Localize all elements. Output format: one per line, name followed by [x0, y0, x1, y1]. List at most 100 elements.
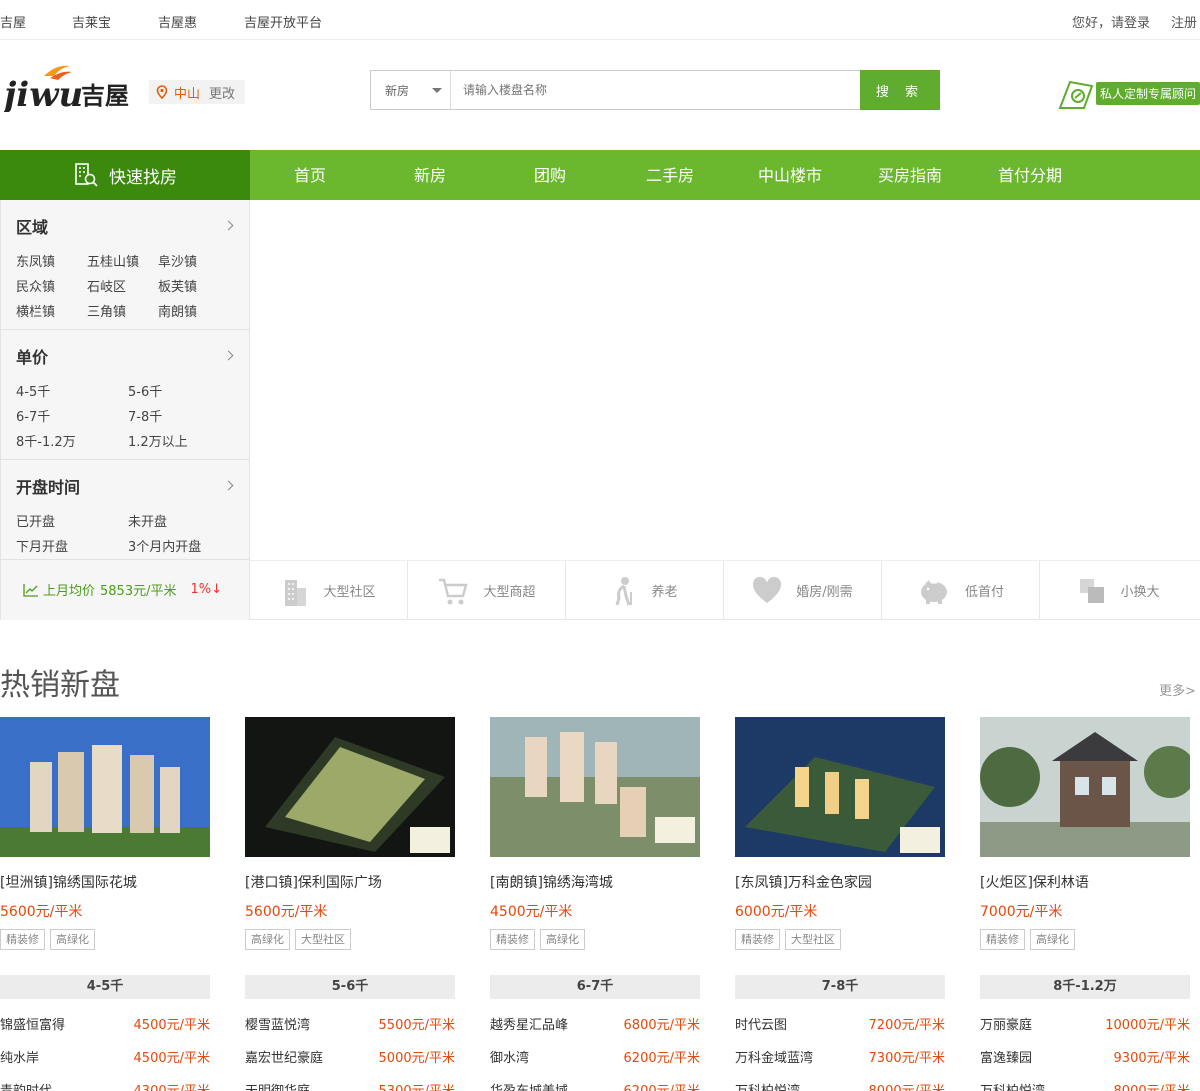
filter-option[interactable]: 横栏镇 — [16, 301, 55, 320]
price-list-row[interactable]: 华盈东城美域 6200元/平米 — [490, 1065, 700, 1091]
search-button[interactable]: 搜 索 — [860, 70, 940, 110]
feature-large-community[interactable]: 大型社区 — [250, 561, 408, 620]
price-list-row[interactable]: 嘉宏世纪豪庭 5000元/平米 — [245, 1032, 455, 1066]
feature-upgrade[interactable]: 小换大 — [1040, 561, 1198, 620]
filter-option[interactable]: 4-5千 — [16, 381, 50, 400]
quick-find-button[interactable]: 快速找房 — [0, 150, 250, 200]
filter-option[interactable]: 未开盘 — [128, 511, 167, 530]
price-list-name[interactable]: 万科金域蓝湾 — [735, 1047, 813, 1066]
price-list-name[interactable]: 锦盛恒富得 — [0, 1014, 65, 1033]
property-name[interactable]: [火炬区]保利林语 — [980, 872, 1089, 892]
property-card[interactable]: [港口镇]保利国际广场 5600元/平米 高绿化 大型社区 — [245, 717, 455, 950]
adviser-banner[interactable]: 私人定制专属顾问 — [1056, 76, 1200, 110]
chevron-right-icon[interactable] — [223, 350, 234, 361]
price-list-name[interactable]: 嘉宏世纪豪庭 — [245, 1047, 323, 1066]
property-name[interactable]: [南朗镇]锦绣海湾城 — [490, 872, 613, 892]
price-list-name[interactable]: 天明御华庭 — [245, 1080, 310, 1091]
filter-option[interactable]: 3个月内开盘 — [128, 536, 201, 555]
filter-opening-title[interactable]: 开盘时间 — [16, 474, 80, 498]
price-list-name[interactable]: 万丽豪庭 — [980, 1014, 1032, 1033]
filter-option[interactable]: 东凤镇 — [16, 251, 55, 270]
price-list-row[interactable]: 樱雪蓝悦湾 5500元/平米 — [245, 999, 455, 1033]
property-card[interactable]: [南朗镇]锦绣海湾城 4500元/平米 精装修 高绿化 — [490, 717, 700, 950]
price-list-name[interactable]: 华盈东城美域 — [490, 1080, 568, 1091]
price-range-header[interactable]: 6-7千 — [490, 975, 700, 999]
price-list-row[interactable]: 时代云图 7200元/平米 — [735, 999, 945, 1033]
price-list-name[interactable]: 时代云图 — [735, 1014, 787, 1033]
price-list-name[interactable]: 纯水岸 — [0, 1047, 39, 1066]
filter-option[interactable]: 民众镇 — [16, 276, 55, 295]
filter-option[interactable]: 下月开盘 — [16, 536, 68, 555]
top-link-jiwuhui[interactable]: 吉屋惠 — [158, 12, 197, 31]
nav-group-buy[interactable]: 团购 — [490, 150, 610, 200]
property-image[interactable] — [735, 717, 945, 857]
change-city-link[interactable]: 更改 — [209, 83, 235, 102]
filter-option[interactable]: 五桂山镇 — [87, 251, 139, 270]
price-list-row[interactable]: 纯水岸 4500元/平米 — [0, 1032, 210, 1066]
price-list-name[interactable]: 樱雪蓝悦湾 — [245, 1014, 310, 1033]
register-link[interactable]: 注册 — [1171, 12, 1197, 31]
property-name[interactable]: [坦洲镇]锦绣国际花城 — [0, 872, 137, 892]
nav-new-homes[interactable]: 新房 — [370, 150, 490, 200]
filter-option[interactable]: 三角镇 — [87, 301, 126, 320]
price-trend[interactable]: 上月均价 5853元/平米 1%↓ — [1, 559, 250, 620]
feature-low-downpayment[interactable]: 低首付 — [882, 561, 1040, 620]
property-card[interactable]: [坦洲镇]锦绣国际花城 5600元/平米 精装修 高绿化 — [0, 717, 210, 950]
price-list-row[interactable]: 御水湾 6200元/平米 — [490, 1032, 700, 1066]
filter-option[interactable]: 6-7千 — [16, 406, 50, 425]
nav-second-hand[interactable]: 二手房 — [610, 150, 730, 200]
price-list-row[interactable]: 万科柏悦湾 8000元/平米 — [980, 1065, 1190, 1091]
filter-option[interactable]: 已开盘 — [16, 511, 55, 530]
price-range-header[interactable]: 4-5千 — [0, 975, 210, 999]
price-list-name[interactable]: 万科柏悦湾 — [735, 1080, 800, 1091]
price-range-header[interactable]: 8千-1.2万 — [980, 975, 1190, 999]
top-link-jilaibao[interactable]: 吉莱宝 — [72, 12, 111, 31]
filter-option[interactable]: 8千-1.2万 — [16, 431, 76, 450]
property-card[interactable]: [火炬区]保利林语 7000元/平米 精装修 高绿化 — [980, 717, 1190, 950]
price-list-row[interactable]: 锦盛恒富得 4500元/平米 — [0, 999, 210, 1033]
price-list-row[interactable]: 越秀星汇品峰 6800元/平米 — [490, 999, 700, 1033]
price-list-name[interactable]: 青韵时代 — [0, 1080, 52, 1091]
filter-option[interactable]: 板芙镇 — [158, 276, 197, 295]
property-image[interactable] — [245, 717, 455, 857]
price-list-row[interactable]: 万丽豪庭 10000元/平米 — [980, 999, 1190, 1033]
price-list-name[interactable]: 万科柏悦湾 — [980, 1080, 1045, 1091]
feature-elderly[interactable]: 养老 — [566, 561, 724, 620]
filter-option[interactable]: 阜沙镇 — [158, 251, 197, 270]
price-list-name[interactable]: 富逸臻园 — [980, 1047, 1032, 1066]
property-image[interactable] — [490, 717, 700, 857]
chevron-right-icon[interactable] — [223, 220, 234, 231]
login-link[interactable]: 您好，请登录 — [1072, 12, 1150, 31]
filter-option[interactable]: 南朗镇 — [158, 301, 197, 320]
site-logo[interactable]: jiwu 吉屋 — [0, 60, 144, 115]
property-card[interactable]: [东凤镇]万科金色家园 6000元/平米 精装修 大型社区 — [735, 717, 945, 950]
chevron-right-icon[interactable] — [223, 480, 234, 491]
price-list-name[interactable]: 御水湾 — [490, 1047, 529, 1066]
filter-option[interactable]: 1.2万以上 — [128, 431, 188, 450]
price-range-header[interactable]: 5-6千 — [245, 975, 455, 999]
city-selector[interactable]: 中山 更改 — [149, 80, 246, 104]
property-name[interactable]: [东凤镇]万科金色家园 — [735, 872, 872, 892]
price-list-row[interactable]: 青韵时代 4300元/平米 — [0, 1065, 210, 1091]
nav-home[interactable]: 首页 — [250, 150, 370, 200]
price-list-row[interactable]: 天明御华庭 5300元/平米 — [245, 1065, 455, 1091]
price-list-row[interactable]: 万科柏悦湾 8000元/平米 — [735, 1065, 945, 1091]
price-list-row[interactable]: 万科金域蓝湾 7300元/平米 — [735, 1032, 945, 1066]
property-image[interactable] — [980, 717, 1190, 857]
price-range-header[interactable]: 7-8千 — [735, 975, 945, 999]
nav-market[interactable]: 中山楼市 — [730, 150, 850, 200]
property-name[interactable]: [港口镇]保利国际广场 — [245, 872, 382, 892]
filter-option[interactable]: 5-6千 — [128, 381, 162, 400]
feature-supermarket[interactable]: 大型商超 — [408, 561, 566, 620]
filter-price-title[interactable]: 单价 — [16, 344, 48, 368]
price-list-name[interactable]: 越秀星汇品峰 — [490, 1014, 568, 1033]
nav-guide[interactable]: 买房指南 — [850, 150, 970, 200]
top-link-jiwu[interactable]: 吉屋 — [0, 12, 26, 31]
filter-option[interactable]: 石岐区 — [87, 276, 126, 295]
nav-installment[interactable]: 首付分期 — [970, 150, 1090, 200]
filter-option[interactable]: 7-8千 — [128, 406, 162, 425]
filter-region-title[interactable]: 区域 — [16, 214, 48, 238]
search-input[interactable] — [451, 71, 860, 109]
price-list-row[interactable]: 富逸臻园 9300元/平米 — [980, 1032, 1190, 1066]
top-link-open-platform[interactable]: 吉屋开放平台 — [244, 12, 322, 31]
